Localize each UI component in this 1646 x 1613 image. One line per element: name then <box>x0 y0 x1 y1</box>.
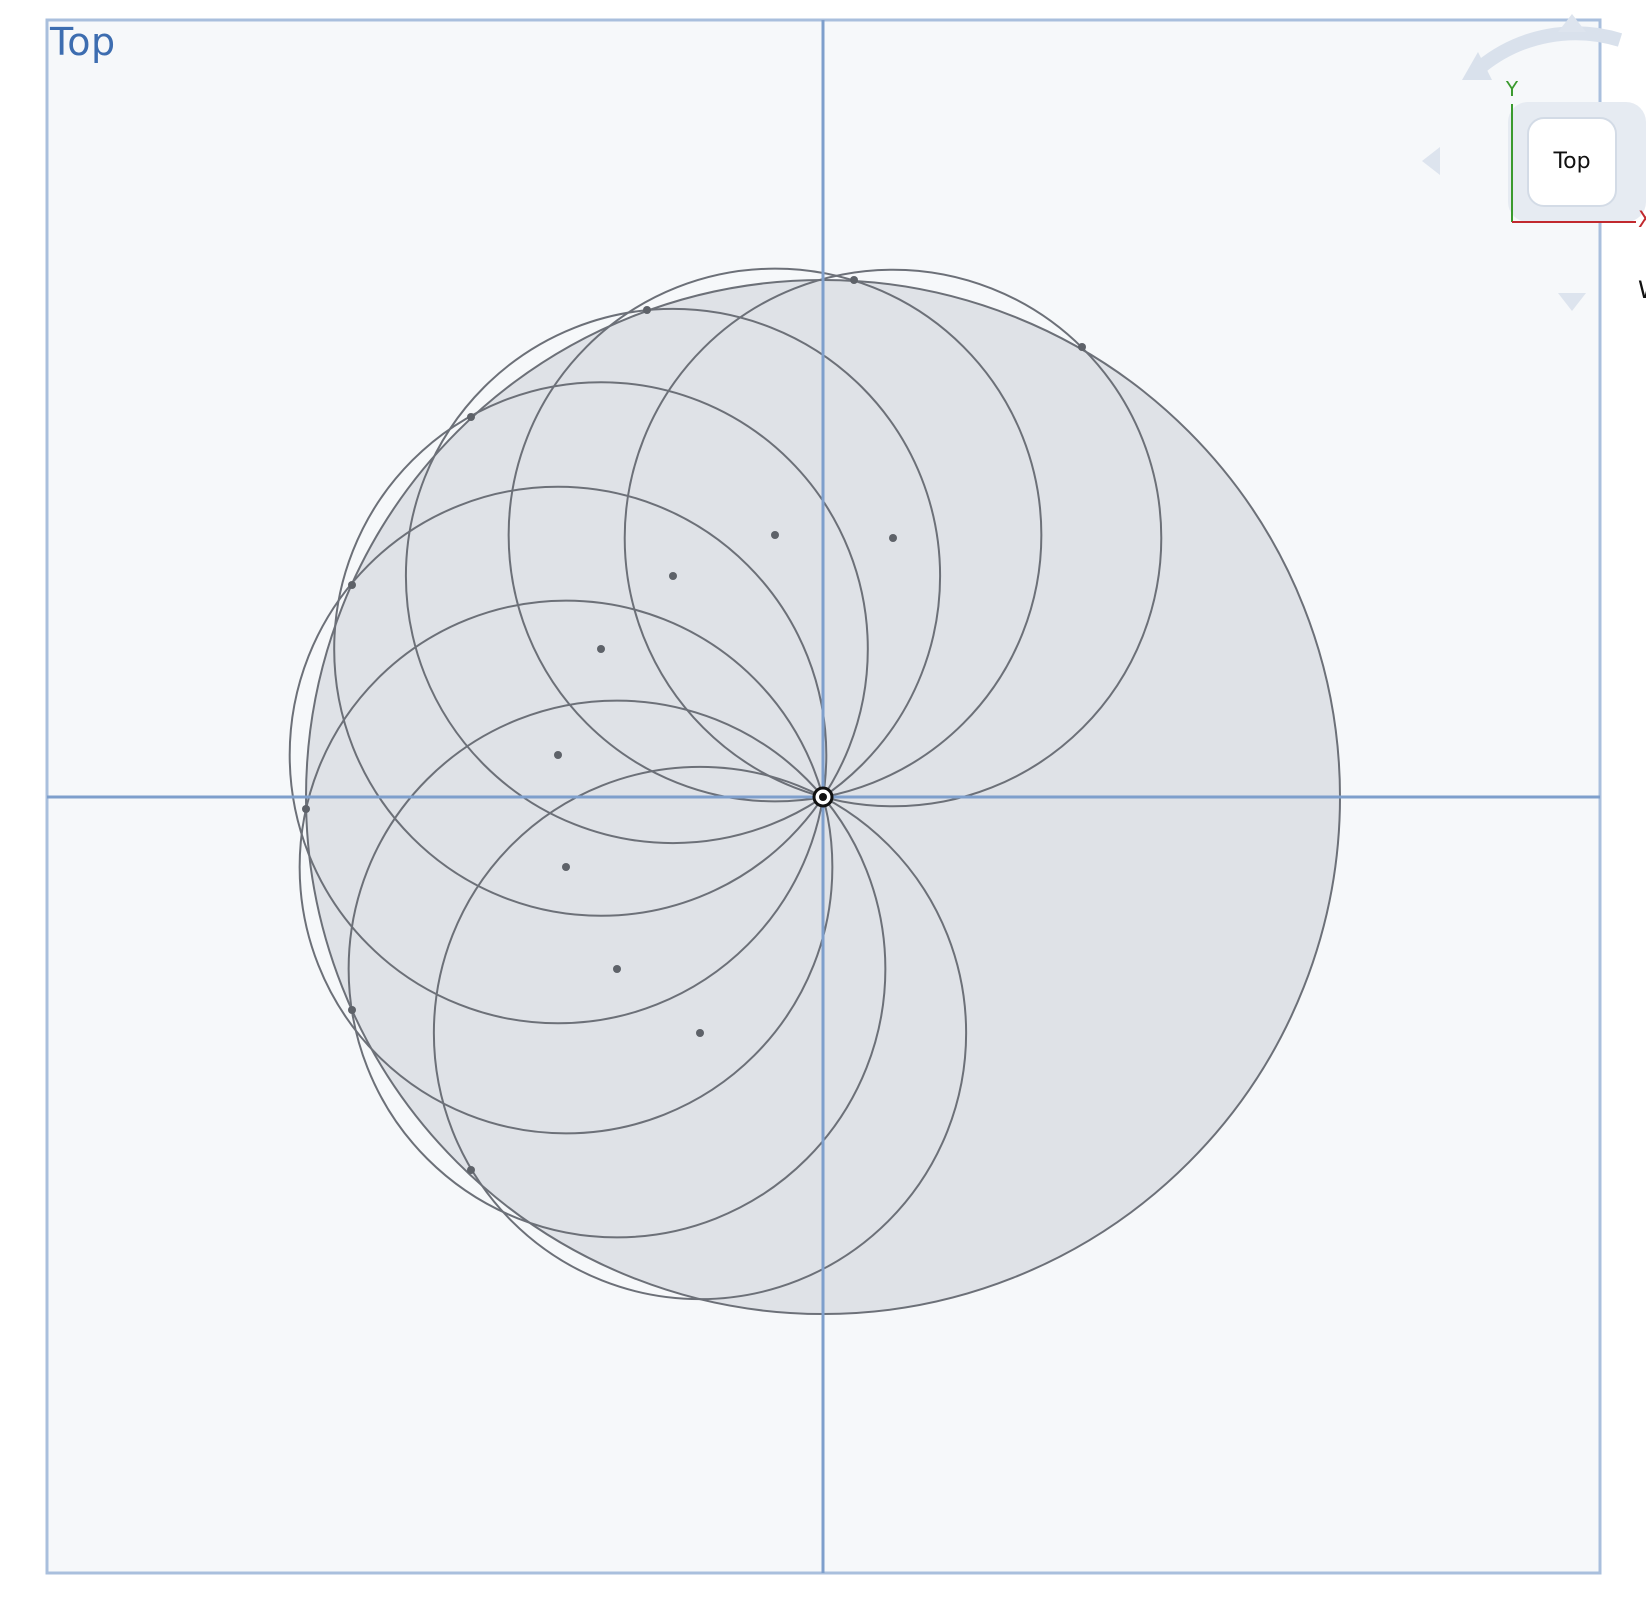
endpoint[interactable] <box>348 581 356 589</box>
center-point[interactable] <box>554 751 562 759</box>
viewport-top-view[interactable]: Top Y Top X W <box>0 0 1646 1608</box>
center-point[interactable] <box>696 1029 704 1037</box>
endpoint[interactable] <box>1078 343 1086 351</box>
center-point[interactable] <box>889 534 897 542</box>
center-point[interactable] <box>613 965 621 973</box>
center-point[interactable] <box>669 572 677 580</box>
center-point[interactable] <box>771 531 779 539</box>
endpoint[interactable] <box>467 413 475 421</box>
endpoint[interactable] <box>850 276 858 284</box>
endpoint[interactable] <box>467 1166 475 1174</box>
view-name-label: Top <box>50 20 116 64</box>
endpoint[interactable] <box>302 805 310 813</box>
viewcube-edge-hint: W <box>1638 276 1646 304</box>
endpoint[interactable] <box>348 1006 356 1014</box>
axis-y-label: Y <box>1505 77 1519 101</box>
sketch-canvas[interactable]: Top Y <box>0 0 1646 1608</box>
viewcube-face-label: Top <box>1552 149 1590 174</box>
endpoint[interactable] <box>643 306 651 314</box>
origin-point-icon[interactable] <box>812 786 834 808</box>
axis-x-label: X <box>1638 208 1646 233</box>
center-point[interactable] <box>597 645 605 653</box>
center-point[interactable] <box>562 863 570 871</box>
